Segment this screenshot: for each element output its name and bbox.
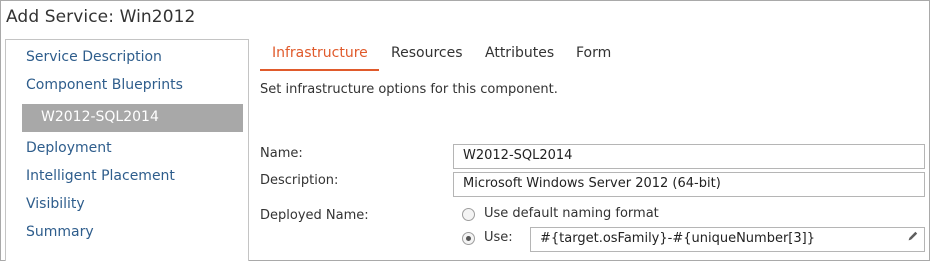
sidebar-item-summary[interactable]: Summary bbox=[26, 224, 94, 240]
tab-resources[interactable]: Resources bbox=[391, 45, 463, 61]
description-label: Description: bbox=[260, 173, 339, 188]
custom-naming-radio[interactable] bbox=[462, 232, 475, 245]
default-naming-radio-label[interactable]: Use default naming format bbox=[484, 206, 659, 221]
sidebar-item-intelligent-placement[interactable]: Intelligent Placement bbox=[26, 168, 175, 184]
tab-form[interactable]: Form bbox=[576, 45, 611, 61]
dialog-title: Add Service: Win2012 bbox=[6, 7, 196, 27]
sidebar-item-w2012-sql2014[interactable]: W2012-SQL2014 bbox=[22, 104, 243, 132]
name-label: Name: bbox=[260, 146, 303, 161]
help-text: Set infrastructure options for this comp… bbox=[260, 82, 558, 97]
custom-naming-radio-label[interactable]: Use: bbox=[484, 230, 513, 245]
description-input[interactable]: Microsoft Windows Server 2012 (64-bit) bbox=[453, 172, 925, 197]
tab-infrastructure[interactable]: Infrastructure bbox=[272, 45, 368, 61]
deployed-name-label: Deployed Name: bbox=[260, 208, 369, 223]
sidebar: Service Description Component Blueprints… bbox=[5, 39, 249, 261]
sidebar-item-component-blueprints[interactable]: Component Blueprints bbox=[26, 77, 183, 93]
naming-format-input[interactable]: #{target.osFamily}-#{uniqueNumber[3]} bbox=[530, 227, 925, 252]
name-input[interactable]: W2012-SQL2014 bbox=[453, 144, 925, 169]
pencil-icon[interactable] bbox=[907, 230, 919, 242]
sidebar-item-visibility[interactable]: Visibility bbox=[26, 196, 85, 212]
sidebar-item-service-description[interactable]: Service Description bbox=[26, 49, 162, 65]
tab-attributes[interactable]: Attributes bbox=[485, 45, 554, 61]
dialog-frame: Add Service: Win2012 Service Description… bbox=[0, 0, 930, 261]
active-tab-indicator bbox=[260, 69, 379, 71]
sidebar-item-deployment[interactable]: Deployment bbox=[26, 140, 112, 156]
default-naming-radio[interactable] bbox=[462, 208, 475, 221]
